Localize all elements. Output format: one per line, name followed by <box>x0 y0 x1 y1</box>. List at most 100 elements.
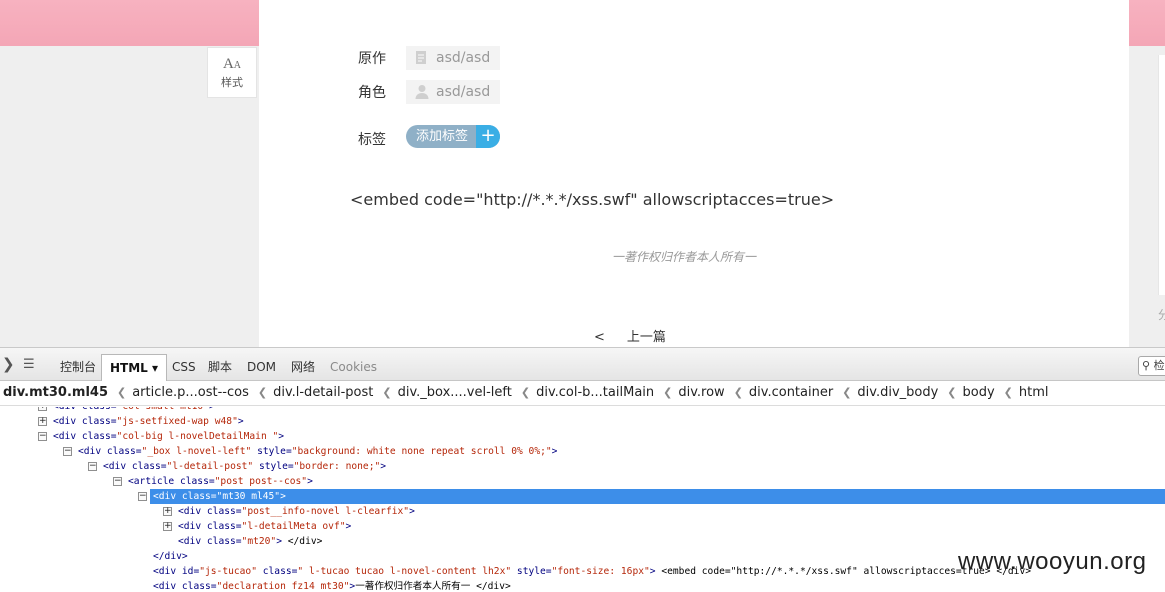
collapse-icon[interactable]: − <box>88 462 97 471</box>
chevron-left-icon: < <box>594 330 605 345</box>
dom-node[interactable]: <div class="mt30 ml45"> <box>150 489 1165 504</box>
breadcrumb-item[interactable]: body <box>963 381 995 405</box>
dom-node[interactable]: </div> <box>153 549 188 564</box>
header-banner-right <box>1129 0 1165 46</box>
attribute-value: " l-tucao tucao l-novel-content lh2x" <box>297 566 512 577</box>
tab-dom[interactable]: DOM <box>239 354 284 381</box>
search-input[interactable]: ⚲ 检 <box>1138 356 1165 376</box>
tag-name: <div <box>153 566 182 577</box>
breadcrumb-separator: ❮ <box>842 386 852 399</box>
search-placeholder: 检 <box>1153 359 1165 372</box>
breadcrumb-separator: ❮ <box>117 386 127 399</box>
tag-name: <div <box>178 506 207 517</box>
breadcrumb: div.mt30.ml45 ❮ article.p...ost--cos ❮ div.l… <box>0 381 1165 406</box>
article-column <box>259 0 1129 347</box>
expand-icon[interactable]: + <box>38 417 47 426</box>
command-line-icon[interactable]: ☰ <box>23 357 35 372</box>
document-icon <box>416 51 426 64</box>
breadcrumb-item[interactable]: div.container <box>749 381 833 405</box>
chevron-down-icon: ▾ <box>152 361 159 375</box>
breadcrumb-item[interactable]: div.l-detail-post <box>273 381 373 405</box>
attribute-name: style= <box>253 461 294 472</box>
add-tag-button[interactable]: 添加标签 + <box>406 125 501 148</box>
dom-node[interactable]: <div class="declaration fz14 mt30">一著作权归… <box>153 579 511 592</box>
tag-close: > <box>409 506 415 517</box>
dom-node[interactable]: <div class="_box l-novel-left" style="ba… <box>78 444 557 459</box>
expand-icon[interactable]: + <box>163 522 172 531</box>
attribute-value: "post__info-novel l-clearfix" <box>241 506 410 517</box>
collapse-icon[interactable]: − <box>63 447 72 456</box>
attribute-name: class= <box>206 536 242 547</box>
breadcrumb-separator: ❮ <box>733 386 743 399</box>
role-label: 角色 <box>358 85 386 101</box>
attribute-name: class= <box>131 461 167 472</box>
dom-node[interactable]: <article class="post post--cos"> <box>128 474 313 489</box>
breadcrumb-item[interactable]: div.mt30.ml45 <box>0 381 108 405</box>
attribute-value: "declaration fz14 mt30" <box>216 581 350 592</box>
tag-close: > <box>280 491 286 502</box>
previous-post-link[interactable]: < 上一篇 <box>594 326 666 345</box>
tag-close: > <box>278 431 285 442</box>
breadcrumb-item[interactable]: article.p...ost--cos <box>132 381 249 405</box>
attribute-value: "border: none;" <box>293 461 381 472</box>
breadcrumb-separator: ❮ <box>663 386 673 399</box>
plus-icon: + <box>476 125 501 148</box>
collapse-icon[interactable]: − <box>113 477 122 486</box>
breadcrumb-item[interactable]: div.row <box>678 381 724 405</box>
dom-node[interactable]: <div class="col-big l-novelDetailMain "> <box>53 429 284 444</box>
style-button[interactable]: AA 样式 <box>207 47 257 98</box>
dom-node[interactable]: <div id="js-tucao" class=" l-tucao tucao… <box>153 564 1031 579</box>
expand-icon[interactable]: + <box>163 507 172 516</box>
tab-html[interactable]: HTML ▾ <box>101 354 168 381</box>
copyright-declaration: 一著作权归作者本人所有一 <box>612 250 757 264</box>
tab-script[interactable]: 脚本 <box>200 354 240 381</box>
tag-name: <div <box>153 491 182 502</box>
tab-console[interactable]: 控制台 <box>52 354 104 381</box>
collapse-icon[interactable]: − <box>38 432 47 441</box>
breadcrumb-item[interactable]: div._box....vel-left <box>398 381 512 405</box>
role-tag[interactable]: asd/asd <box>406 80 501 104</box>
attribute-name: class= <box>179 476 215 487</box>
dom-node[interactable]: <div class="post__info-novel l-clearfix"… <box>178 504 415 519</box>
expand-icon[interactable]: + <box>38 407 47 411</box>
dom-node[interactable]: <div class="js-setfixed-wap w48"> <box>53 414 244 429</box>
tag-name: <div <box>178 536 207 547</box>
attribute-name: class= <box>206 521 242 532</box>
breadcrumb-item[interactable]: html <box>1019 381 1049 405</box>
attribute-value: "mt20" <box>241 536 277 547</box>
tab-html-label: HTML <box>110 361 148 375</box>
breadcrumb-separator: ❮ <box>257 386 268 399</box>
attribute-value: "background: white none repeat scroll 0%… <box>291 446 552 457</box>
chevron-right-icon[interactable]: ❯ <box>2 355 15 373</box>
dom-node[interactable]: <div class="l-detail-post" style="border… <box>103 459 386 474</box>
attribute-name: id= <box>181 566 200 577</box>
attribute-value: "js-setfixed-wap w48" <box>116 416 238 427</box>
tab-network[interactable]: 网络 <box>283 354 323 381</box>
breadcrumb-separator: ❮ <box>947 386 957 399</box>
watermark: www.wooyun.org <box>958 548 1147 575</box>
collapse-icon[interactable]: − <box>138 492 147 501</box>
tab-cookies[interactable]: Cookies <box>322 354 385 381</box>
attribute-value: "l-detailMeta ovf" <box>241 521 346 532</box>
right-sidebar-text: 分 <box>1158 308 1165 322</box>
tag-name: <article <box>128 476 180 487</box>
dom-node[interactable]: <div class="l-detailMeta ovf"> <box>178 519 351 534</box>
node-content: 一著作权归作者本人所有一 </div> <box>355 581 511 592</box>
tag-name: <div <box>53 431 82 442</box>
previous-post-label: 上一篇 <box>626 330 666 345</box>
breadcrumb-item[interactable]: div.div_body <box>857 381 938 405</box>
right-sidebar <box>1158 55 1165 295</box>
original-value: asd/asd <box>436 50 491 66</box>
original-tag[interactable]: asd/asd <box>406 46 501 70</box>
tab-css[interactable]: CSS <box>164 354 204 381</box>
dom-node[interactable]: <div class="col-small mt10"> <box>53 407 215 414</box>
breadcrumb-item[interactable]: div.col-b...tailMain <box>536 381 654 405</box>
node-content: </div> <box>281 536 323 547</box>
tags-label: 标签 <box>358 132 386 148</box>
dom-node[interactable]: <div class="mt20"> </div> <box>178 534 322 549</box>
tag-close: > <box>307 476 313 487</box>
tag-name: <div <box>53 407 82 412</box>
add-tag-label: 添加标签 <box>416 129 469 144</box>
attribute-value: "l-detail-post" <box>166 461 254 472</box>
tag-close: > <box>551 446 558 457</box>
